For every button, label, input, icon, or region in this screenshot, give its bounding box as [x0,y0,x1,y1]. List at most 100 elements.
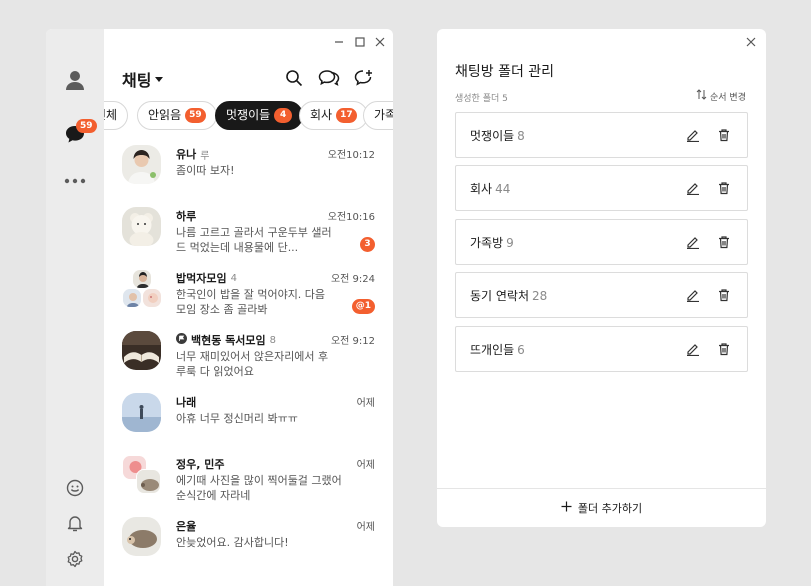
chat-time: 어제 [356,460,375,471]
chat-preview: 안늦었어요. 감사합니다! [176,536,289,549]
chat-time: 오전 9:24 [330,274,375,285]
chat-time: 어제 [356,522,375,533]
avatar [122,393,161,432]
chat-name: 나래 [176,396,197,409]
chat-preview: 한국인이 밥을 잘 먹어야지. 다음 모임 장소 좀 골라봐 [176,288,326,316]
chat-list-item[interactable]: 은율 안늦었어요. 감사합니다! 어제 [104,511,393,573]
chat-list-item[interactable]: 유나 루 좀이따 보자! 오전10:12 [104,139,393,201]
chat-list-item[interactable]: 밥먹자모임 4 한국인이 밥을 잘 먹어야지. 다음 모임 장소 좀 골라봐 오… [104,263,393,325]
mention-badge: @1 [351,299,375,314]
chat-list-item[interactable]: 나래 아휴 너무 정신머리 봐ㅠㅠ 어제 [104,387,393,449]
window-titlebar [104,29,393,57]
tab-folder-family[interactable]: 가족 [363,101,393,130]
avatar [122,517,161,556]
folder-chat-count: 9 [506,236,514,250]
chevron-down-icon [155,76,164,82]
chat-header[interactable]: 채팅 [122,67,164,91]
trash-icon[interactable] [715,286,733,304]
chat-preview: 에기때 사진을 많이 찍어둘걸 그랬어 순식간에 자라네 [176,474,342,502]
chat-list-item[interactable]: 백현동 독서모임 8 너무 재미있어서 앉은자리에서 후루룩 다 읽었어요 오전… [104,325,393,387]
trash-icon[interactable] [715,340,733,358]
chat-name: 밥먹자모임 [176,272,227,285]
folder-chat-count: 6 [517,343,525,357]
edit-pencil-icon[interactable] [684,286,702,304]
folder-manage-panel: 채팅방 폴더 관리 생성한 폴더 5 순서 변경 멋쟁이들 8 회사 44 가족방 9… [437,29,766,527]
folder-item[interactable]: 멋쟁이들 8 [455,112,748,158]
group-avatar [122,455,161,494]
chat-preview: 너무 재미있어서 앉은자리에서 후루룩 다 읽었어요 [176,350,329,378]
tab-unread[interactable]: 안읽음 59 [137,101,217,130]
panel-title: 채팅방 폴더 관리 [455,64,555,80]
chat-unread-badge: 59 [76,119,97,133]
folder-item[interactable]: 뜨개인들 6 [455,326,748,372]
folder-name: 멋쟁이들 [470,129,515,143]
tab-all[interactable]: 전체 [104,101,129,130]
chat-list-item[interactable]: 정우, 민주 에기때 사진을 많이 찍어둘걸 그랬어 순식간에 자라네 어제 [104,449,393,511]
new-chat-icon[interactable] [353,67,375,89]
avatar [122,145,161,184]
edit-pencil-icon[interactable] [684,340,702,358]
unread-badge: 3 [360,237,375,252]
reorder-button[interactable]: 순서 변경 [696,89,746,103]
community-icon [176,333,187,347]
chat-preview: 좀이따 보자! [176,164,235,177]
avatar [132,269,152,289]
chat-time: 오전 9:12 [330,336,375,347]
group-avatar [122,269,162,308]
bell-icon[interactable] [62,510,88,536]
trash-icon[interactable] [715,233,733,251]
edit-pencil-icon[interactable] [684,126,702,144]
folder-name: 동기 연락처 [470,289,530,303]
plus-icon [561,501,572,515]
emoji-icon[interactable] [62,475,88,501]
more-icon[interactable] [62,168,88,194]
tab-folder-meotjaeng[interactable]: 멋쟁이들 4 [215,101,304,130]
chat-name: 백현동 독서모임 [191,334,266,347]
folder-name: 뜨개인들 [470,343,515,357]
avatar [142,288,162,308]
close-icon[interactable] [373,35,387,49]
trash-icon[interactable] [715,179,733,197]
tab-count-badge: 17 [336,108,357,123]
side-rail: 59 [46,29,104,586]
member-count: 4 [230,272,237,284]
chat-list-item[interactable]: 하루 나름 고르고 골라서 구운두부 샐러드 먹었는데 내용물에 단... 오전… [104,201,393,263]
folder-item[interactable]: 가족방 9 [455,219,748,265]
chat-name: 유나 [176,148,197,161]
tab-count-badge: 59 [185,108,206,123]
close-icon[interactable] [744,35,758,49]
avatar [122,331,161,370]
folder-name: 가족방 [470,236,504,250]
folder-chat-count: 44 [495,182,511,196]
edit-pencil-icon[interactable] [684,233,702,251]
folder-chat-count: 28 [532,289,548,303]
trash-icon[interactable] [715,126,733,144]
search-icon[interactable] [283,67,305,89]
chat-preview: 나름 고르고 골라서 구운두부 샐러드 먹었는데 내용물에 단... [176,226,332,254]
tab-folder-company[interactable]: 회사 17 [299,101,368,130]
chat-name: 하루 [176,210,197,223]
chat-tag: 루 [200,150,210,162]
avatar [122,207,161,246]
open-chat-icon[interactable] [318,67,340,89]
folder-count-label: 생성한 폴더 5 [455,94,508,104]
folder-name: 회사 [470,182,493,196]
avatar [122,288,142,308]
tab-count-badge: 4 [274,108,293,123]
folder-tabs: 전체 안읽음 59 멋쟁이들 4 회사 17 가족 [104,101,393,131]
profile-icon[interactable] [62,67,88,93]
add-folder-button[interactable]: 폴더 추가하기 [437,488,766,527]
maximize-icon[interactable] [353,35,367,49]
folder-item[interactable]: 동기 연락처 28 [455,272,748,318]
settings-gear-icon[interactable] [62,546,88,572]
folder-item[interactable]: 회사 44 [455,165,748,211]
chat-name: 정우, 민주 [176,458,225,471]
minimize-icon[interactable] [332,35,346,49]
chat-preview: 아휴 너무 정신머리 봐ㅠㅠ [176,412,298,425]
folder-chat-count: 8 [517,129,525,143]
chat-time: 어제 [356,398,375,409]
chat-window: 59 채팅 전 [46,29,393,586]
chat-time: 오전10:16 [327,212,375,223]
edit-pencil-icon[interactable] [684,179,702,197]
chat-name: 은율 [176,520,197,533]
